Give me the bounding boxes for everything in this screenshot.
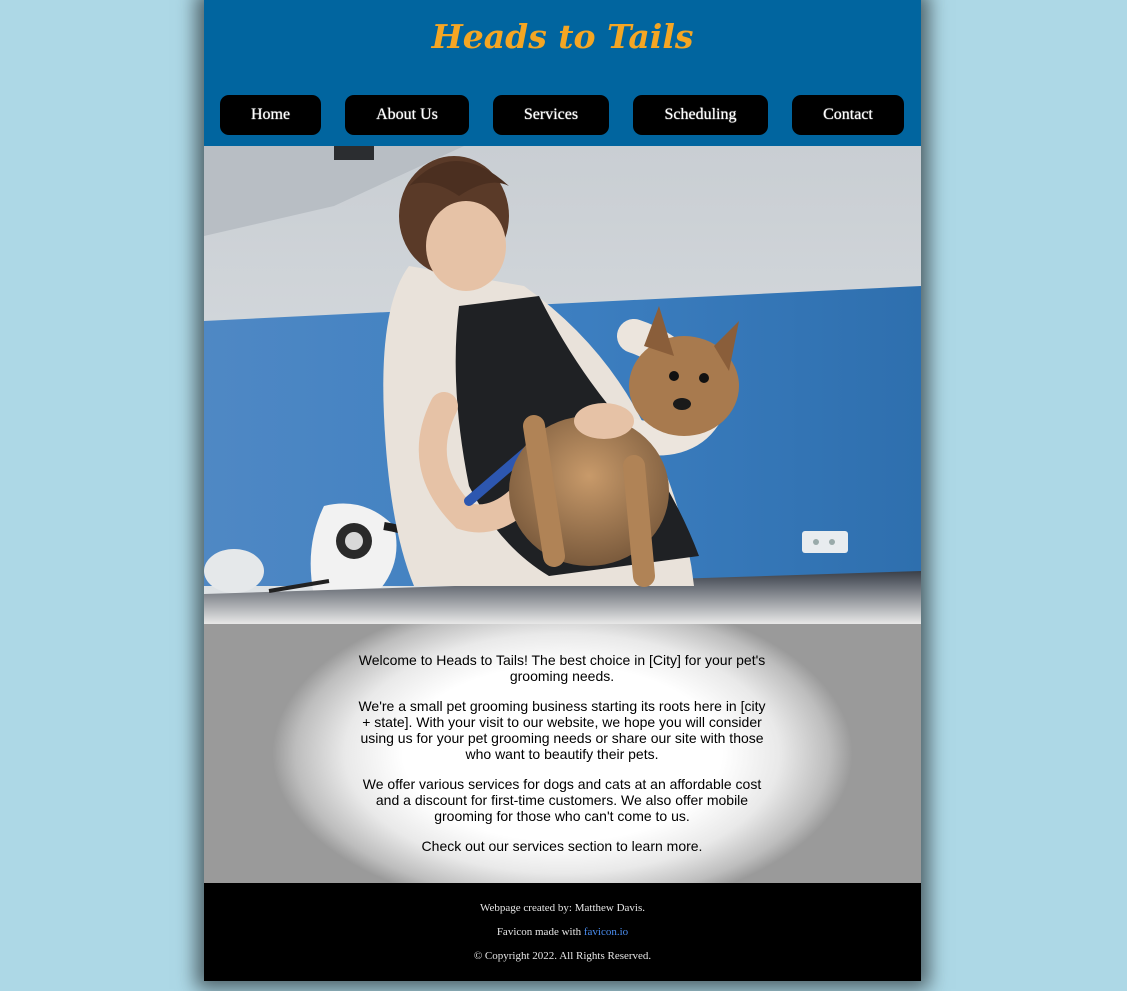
about-paragraph: We're a small pet grooming business star… <box>358 698 766 762</box>
welcome-text: Welcome to Heads to Tails! The best choi… <box>356 652 768 868</box>
welcome-paragraph: Welcome to Heads to Tails! The best choi… <box>358 652 766 684</box>
footer-favicon-line: Favicon made with favicon.io <box>204 926 921 938</box>
site-title: Heads to Tails <box>431 17 694 56</box>
hero-illustration <box>204 146 921 624</box>
nav-contact-button[interactable]: Contact <box>792 95 904 135</box>
nav-services-button[interactable]: Services <box>493 95 609 135</box>
site-footer: Webpage created by: Matthew Davis. Favic… <box>204 883 921 981</box>
nav-about-button[interactable]: About Us <box>345 95 469 135</box>
nav-scheduling-button[interactable]: Scheduling <box>633 95 768 135</box>
footer-credit: Webpage created by: Matthew Davis. <box>480 902 645 914</box>
hero-image <box>204 146 921 624</box>
services-paragraph: We offer various services for dogs and c… <box>362 776 762 824</box>
welcome-section: Welcome to Heads to Tails! The best choi… <box>204 624 921 883</box>
cta-paragraph: Check out our services section to learn … <box>421 838 703 854</box>
site-header: Heads to Tails Home About Us Services Sc… <box>204 0 921 146</box>
footer-favicon-prefix: Favicon made with <box>496 926 584 938</box>
page-container: Heads to Tails Home About Us Services Sc… <box>204 0 921 981</box>
nav-home-button[interactable]: Home <box>220 95 321 135</box>
favicon-link[interactable]: favicon.io <box>584 926 628 938</box>
footer-copyright: © Copyright 2022. All Rights Reserved. <box>473 950 652 962</box>
